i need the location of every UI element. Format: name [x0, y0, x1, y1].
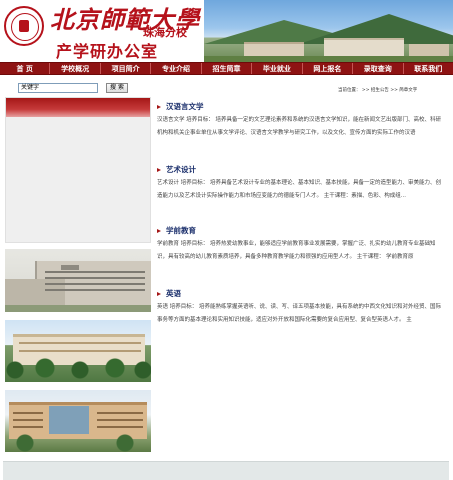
office-name: 产学研办公室 [56, 42, 159, 61]
program-section: 英语 英语 培养目标： 培养能熟练掌握英语听、说、读、写、译五项基本技能，具有系… [157, 288, 443, 327]
bullet-arrow-icon [157, 167, 161, 172]
header-banner: 北京師範大學 珠海分校 产学研办公室 [0, 0, 453, 62]
program-section: 学前教育 学前教育 培养目标： 培养热爱幼教事业，能够适应学前教育事业发展需要，… [157, 225, 443, 264]
sidebar-panel [5, 97, 151, 243]
nav-admissions-guide[interactable]: 招生简章 [202, 63, 253, 74]
search-button[interactable]: 搜 索 [106, 83, 128, 93]
breadcrumb: 当前位置： >> 招生公告 >> 简章文字 [338, 88, 418, 93]
campus-building-photo-2 [5, 320, 151, 382]
program-title-text[interactable]: 汉语言文学 [166, 101, 204, 112]
program-title[interactable]: 艺术设计 [157, 164, 443, 175]
nav-online-registration[interactable]: 网上报名 [303, 63, 354, 74]
program-section: 汉语言文学 汉语言文学 培养目标： 培养具备一定的文艺理论素养和系统的汉语言文学… [157, 101, 443, 140]
nav-project-intro[interactable]: 项目简介 [101, 63, 152, 74]
campus-landscape-photo [204, 0, 453, 62]
search-input[interactable]: 关键字 [18, 83, 98, 93]
main-nav: 首 页 学校概况 项目简介 专业介绍 招生简章 毕业就业 网上报名 录取查询 联… [0, 62, 453, 75]
nav-graduation-employment[interactable]: 毕业就业 [252, 63, 303, 74]
program-description: 汉语言文学 培养目标： 培养具备一定的文艺理论素养和系统的汉语言文学知识，能在新… [157, 117, 442, 136]
program-title-text[interactable]: 艺术设计 [166, 164, 196, 175]
nav-contact-us[interactable]: 联系我们 [404, 63, 453, 74]
program-title[interactable]: 汉语言文学 [157, 101, 443, 112]
sidebar-header [6, 98, 150, 117]
program-title[interactable]: 英语 [157, 288, 443, 299]
program-description: 艺术设计 培养目标： 培养具备艺术设计专业的基本理论、基本知识、基本技能，具备一… [157, 180, 442, 199]
program-title-text[interactable]: 学前教育 [166, 225, 196, 236]
program-description: 英语 培养目标： 培养能熟练掌握英语听、说、读、写、译五项基本技能，具有系统的中… [157, 304, 442, 323]
bullet-arrow-icon [157, 291, 161, 296]
program-title-text[interactable]: 英语 [166, 288, 181, 299]
program-title[interactable]: 学前教育 [157, 225, 443, 236]
campus-building-photo-1 [5, 249, 151, 312]
bullet-arrow-icon [157, 104, 161, 109]
nav-school-overview[interactable]: 学校概况 [50, 63, 101, 74]
nav-home[interactable]: 首 页 [0, 63, 51, 74]
bullet-arrow-icon [157, 228, 161, 233]
footer-bar [3, 461, 449, 480]
nav-majors[interactable]: 专业介绍 [151, 63, 202, 74]
nav-admission-query[interactable]: 录取查询 [353, 63, 404, 74]
program-section: 艺术设计 艺术设计 培养目标： 培养具备艺术设计专业的基本理论、基本知识、基本技… [157, 164, 443, 203]
campus-building-photo-3 [5, 390, 151, 452]
program-description: 学前教育 培养目标： 培养热爱幼教事业，能够适应学前教育事业发展需要，掌握广泛、… [157, 241, 436, 260]
university-seal-logo [4, 6, 44, 46]
